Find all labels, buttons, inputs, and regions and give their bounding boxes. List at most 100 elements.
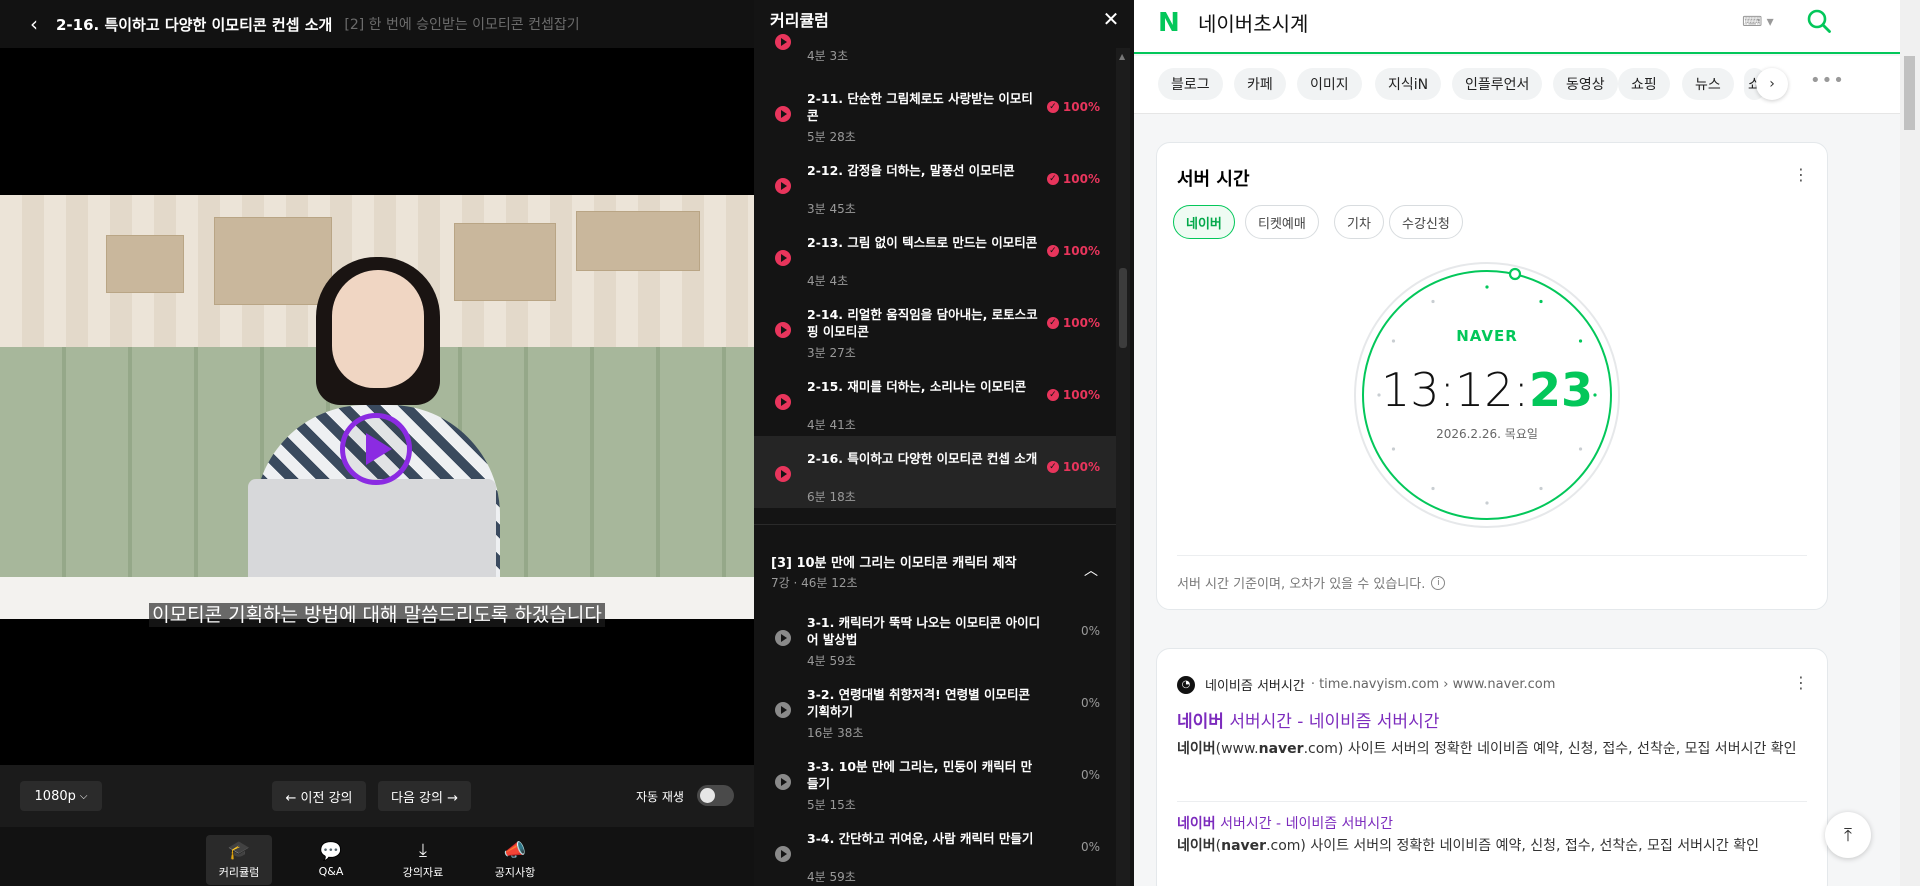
chevron-down-icon: ⌵ (79, 790, 88, 802)
list-item[interactable]: 2-16. 특이하고 다양한 이모티콘 컨셉 소개 6분 18초 ✓ 100% (754, 436, 1116, 508)
autoplay-toggle[interactable] (697, 785, 734, 806)
source-name: 네이비즘 서버시간 (1205, 679, 1305, 694)
lesson-duration: 3분 27초 (807, 346, 856, 360)
section-meta: 7강 · 46분 12초 (771, 576, 858, 590)
lesson-progress: ✓ 100% (1046, 316, 1100, 330)
result-source[interactable]: ◔ 네이비즘 서버시간 · time.navyism.com › www.nav… (1177, 675, 1555, 694)
kebab-menu-icon[interactable]: ⋮ (1793, 673, 1809, 692)
tab-influencer[interactable]: 인플루언서 (1452, 68, 1543, 100)
bottom-nav-label: 공지사항 (494, 865, 536, 879)
list-item[interactable]: 2-13. 그림 없이 텍스트로 만드는 이모티콘 4분 4초 ✓ 100% (754, 220, 1116, 292)
scroll-up-arrow-icon[interactable]: ▲ (1119, 52, 1125, 61)
bottom-nav-label: Q&A (318, 865, 344, 878)
search-input[interactable]: 네이버초시계 (1198, 8, 1308, 37)
play-circle-icon (775, 846, 791, 862)
scroll-to-top-icon[interactable]: ⤒ (1825, 812, 1871, 858)
section-title[interactable]: [3] 10분 만에 그리는 이모티콘 캐릭터 제작 (771, 552, 1017, 571)
scrollbar-thumb[interactable] (1119, 268, 1127, 348)
desc-text: .com) 사이트 서버의 정확한 네이비즘 예약, 신청, 접수, 선착순, … (1303, 741, 1797, 757)
result-description: 네이버(www.naver.com) 사이트 서버의 정확한 네이비즘 예약, … (1177, 737, 1807, 761)
progress-value: 100% (1062, 100, 1100, 114)
divider (1177, 801, 1807, 802)
list-item[interactable]: 3-2. 연령대별 취향저격! 연령별 이모티콘 기획하기 16분 38초 0% (754, 672, 1116, 744)
pill-train[interactable]: 기차 (1334, 205, 1384, 239)
pill-naver[interactable]: 네이버 (1173, 205, 1235, 239)
tab-shopping[interactable]: 쇼핑 (1618, 68, 1670, 100)
kebab-menu-icon[interactable]: ⋮ (1793, 165, 1809, 184)
result-title-link[interactable]: 네이버 서버시간 - 네이비즘 서버시간 (1177, 707, 1439, 732)
quality-select[interactable]: 1080p ⌵ (20, 781, 102, 811)
lesson-progress: ✓ 100% (1046, 100, 1100, 114)
list-item[interactable]: 2-11. 단순한 그림체로도 사랑받는 이모티콘 5분 28초 ✓ 100% (754, 76, 1116, 148)
quality-value: 1080p (34, 788, 76, 804)
link-text: 서버시간 - 네이비즘 서버시간 (1223, 712, 1440, 732)
chevron-up-icon[interactable]: ︿ (1084, 560, 1098, 580)
card-title: 서버 시간 (1177, 169, 1250, 190)
keyboard-icon[interactable]: ⌨ ▾ (1742, 14, 1774, 30)
prev-lesson-button[interactable]: ← 이전 강의 (272, 781, 366, 811)
bottom-nav-label: 강의자료 (402, 865, 444, 879)
pill-course[interactable]: 수강신청 (1389, 205, 1463, 239)
close-icon[interactable]: ✕ (1100, 7, 1122, 31)
lesson-duration: 5분 15초 (807, 798, 856, 812)
bottom-nav-notices[interactable]: 📣 공지사항 (482, 835, 548, 885)
video-caption: 이모티콘 기획하는 방법에 대해 말씀드리도록 하겠습니다 (0, 600, 754, 627)
lesson-title: 2-14. 리얼한 움직임을 담아내는, 로토스코핑 이모티콘 (807, 307, 1038, 339)
tab-image[interactable]: 이미지 (1297, 68, 1362, 100)
check-circle-icon: ✓ (1046, 245, 1059, 257)
lesson-title: 3-3. 10분 만에 그리는, 민둥이 캐릭터 만들기 (807, 759, 1033, 791)
result-sub-description: 네이버(naver.com) 사이트 서버의 정확한 네이비즘 예약, 신청, … (1177, 835, 1817, 855)
highlight-term: naver (1258, 741, 1304, 757)
tab-news[interactable]: 뉴스 (1682, 68, 1734, 100)
bottom-nav-qna[interactable]: 💬 Q&A (298, 835, 364, 885)
graduation-cap-icon: 🎓 (227, 839, 251, 861)
bottom-nav-curriculum[interactable]: 🎓 커리큘럼 (206, 835, 272, 885)
info-icon[interactable]: i (1431, 575, 1446, 590)
pill-ticket[interactable]: 티켓예매 (1245, 205, 1319, 239)
list-item[interactable]: 2-12. 감정을 더하는, 말풍선 이모티콘 3분 45초 ✓ 100% (754, 148, 1116, 220)
lesson-title: 2-12. 감정을 더하는, 말풍선 이모티콘 (807, 163, 1015, 178)
result-sublink[interactable]: 네이버 서버시간 - 네이비즘 서버시간 (1177, 813, 1393, 833)
lesson-progress: ✓ 100% (1046, 460, 1100, 474)
lesson-progress: 0% (1081, 696, 1100, 710)
video-area[interactable]: 이모티콘 기획하는 방법에 대해 말씀드리도록 하겠습니다 (0, 48, 754, 765)
list-item[interactable]: 4분 3초 (754, 34, 1116, 68)
tab-video[interactable]: 동영상 (1553, 68, 1618, 100)
clock-brand: NAVER (1456, 327, 1518, 345)
lesson-title: 2-16. 특이하고 다양한 이모티콘 컨셉 소개 (807, 451, 1038, 466)
server-clock: NAVER 13:12:23 2026.2.26. 목요일 (1353, 261, 1621, 529)
progress-value: 0% (1080, 624, 1100, 638)
chat-bubble-icon: 💬 (319, 841, 343, 862)
lesson-progress: ✓ 100% (1046, 172, 1100, 186)
server-time-note: 서버 시간 기준이며, 오차가 있을 수 있습니다. i (1177, 573, 1446, 592)
lesson-progress: 0% (1081, 768, 1100, 782)
list-item[interactable]: 3-1. 캐릭터가 뚝딱 나오는 이모티콘 아이디어 발상법 4분 59초 0% (754, 600, 1116, 672)
tab-kin[interactable]: 지식iN (1375, 68, 1442, 100)
search-icon[interactable] (1806, 8, 1832, 34)
tab-blog[interactable]: 블로그 (1158, 68, 1223, 100)
lesson-title: 3-2. 연령대별 취향저격! 연령별 이모티콘 기획하기 (807, 687, 1030, 719)
play-icon[interactable] (340, 413, 412, 485)
list-item[interactable]: 2-15. 재미를 더하는, 소리나는 이모티콘 4분 41초 ✓ 100% (754, 364, 1116, 436)
check-circle-icon: ✓ (1046, 461, 1059, 473)
scrollbar-thumb[interactable] (1904, 56, 1915, 130)
tab-cafe[interactable]: 카페 (1234, 68, 1286, 100)
clock-time: 13:12:23 (1353, 363, 1621, 417)
naver-scrollbar[interactable] (1900, 0, 1920, 886)
next-lesson-button[interactable]: 다음 강의 → (378, 781, 471, 811)
chevron-right-icon[interactable]: › (1756, 68, 1788, 100)
play-circle-icon (775, 466, 791, 482)
list-item[interactable]: 3-4. 간단하고 귀여운, 사람 캐릭터 만들기 4분 59초 0% (754, 816, 1116, 886)
more-dots-icon[interactable]: ••• (1810, 70, 1845, 91)
back-icon[interactable]: ‹ (24, 12, 44, 36)
play-circle-icon (775, 250, 791, 266)
bottom-nav-materials[interactable]: ⤓ 강의자료 (390, 835, 456, 885)
list-item[interactable]: 3-3. 10분 만에 그리는, 민둥이 캐릭터 만들기 5분 15초 0% (754, 744, 1116, 816)
curriculum-title: 커리큘럼 (770, 11, 829, 30)
lesson-title: 2-16. 특이하고 다양한 이모티콘 컨셉 소개 (56, 15, 333, 34)
naver-logo[interactable]: N (1158, 10, 1184, 36)
list-item[interactable]: 2-14. 리얼한 움직임을 담아내는, 로토스코핑 이모티콘 3분 27초 ✓ 10… (754, 292, 1116, 364)
lesson-title: 2-15. 재미를 더하는, 소리나는 이모티콘 (807, 379, 1027, 394)
lesson-duration: 4분 59초 (807, 654, 856, 668)
curriculum-scrollbar[interactable]: ▲ (1116, 48, 1130, 886)
